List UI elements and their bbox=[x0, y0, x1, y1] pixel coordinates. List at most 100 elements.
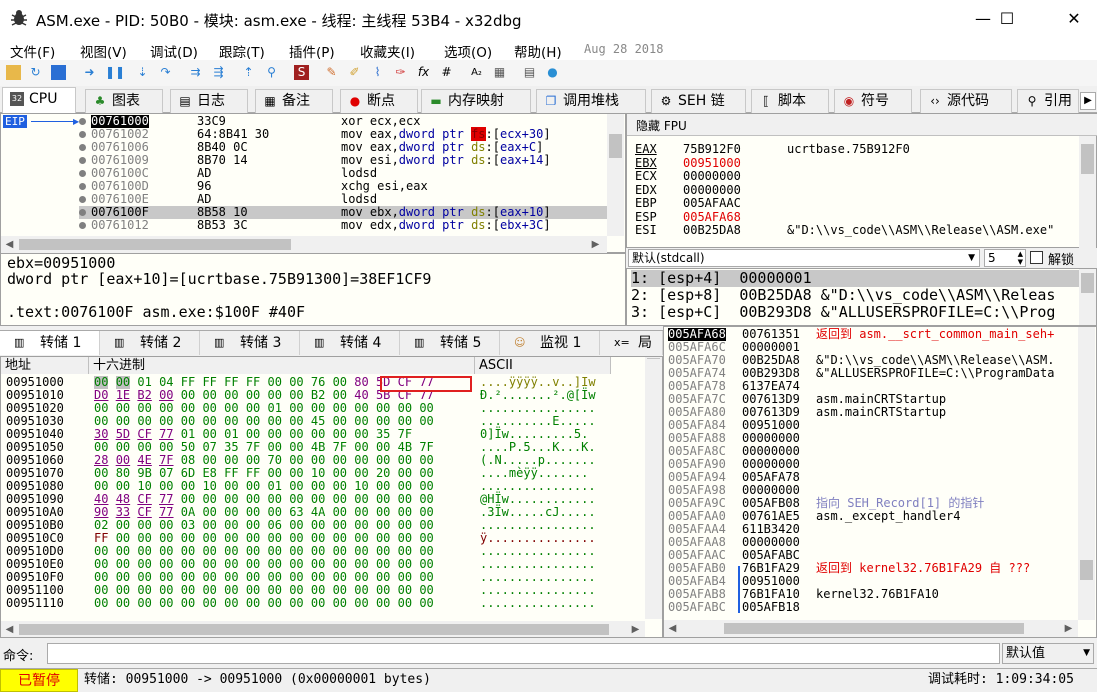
tab-graph[interactable]: ♣ 图表 bbox=[85, 89, 163, 113]
fpu-toggle[interactable]: 隐藏 FPU bbox=[627, 114, 1097, 136]
stack-row[interactable]: 005AFA94 005AFA78 bbox=[666, 471, 1078, 484]
tab-symbols[interactable]: ◉ 符号 bbox=[834, 89, 912, 113]
stack-row[interactable]: 005AFABC 005AFB18 bbox=[666, 601, 1078, 614]
menu-favourites[interactable]: 收藏夹(I) bbox=[360, 41, 415, 61]
tab-log[interactable]: ▤ 日志 bbox=[170, 89, 248, 113]
tab-cpu[interactable]: 32 CPU bbox=[2, 87, 76, 114]
maximize-button[interactable]: ☐ bbox=[984, 0, 1030, 38]
breakpoint-dot-icon[interactable] bbox=[79, 118, 86, 125]
command-mode-select[interactable]: 默认值 ▼ bbox=[1002, 643, 1094, 664]
breakpoint-dot-icon[interactable] bbox=[79, 209, 86, 216]
stack-row[interactable]: 005AFA90 00000000 bbox=[666, 458, 1078, 471]
close-button[interactable]: ✕ bbox=[1051, 0, 1097, 38]
tab-dump-3[interactable]: ▥ 转储 3 bbox=[200, 331, 300, 355]
breakpoint-dot-icon[interactable] bbox=[79, 157, 86, 164]
tab-memory-map[interactable]: ▬ 内存映射 bbox=[421, 89, 531, 113]
register-row[interactable]: EDX 00000000 bbox=[635, 183, 1080, 197]
registers-vscroll[interactable] bbox=[1079, 136, 1096, 249]
breakpoint-dot-icon[interactable] bbox=[79, 170, 86, 177]
menu-debug[interactable]: 调试(D) bbox=[150, 41, 198, 61]
function-icon[interactable]: fx bbox=[416, 65, 431, 80]
unlock-checkbox[interactable] bbox=[1030, 251, 1043, 264]
restart-icon[interactable]: ↻ bbox=[28, 65, 43, 80]
disasm-vscroll[interactable] bbox=[607, 114, 624, 236]
stack-row[interactable]: 005AFAA8 00000000 bbox=[666, 536, 1078, 549]
pause-icon[interactable]: ❚❚ bbox=[105, 65, 125, 80]
stack-row[interactable]: 005AFAA0 00761AE5 asm._except_handler4 bbox=[666, 510, 1078, 523]
stack-row[interactable]: 005AFA8C 00000000 bbox=[666, 445, 1078, 458]
register-row[interactable]: ECX 00000000 bbox=[635, 170, 1080, 183]
dump-hscroll[interactable]: ◀ ▶ bbox=[1, 621, 645, 637]
trace-over-icon[interactable]: ⇶ bbox=[211, 65, 226, 80]
bookmark-icon[interactable]: ✑ bbox=[393, 65, 408, 80]
tab-script[interactable]: ⟦ 脚本 bbox=[751, 89, 829, 113]
stack-row[interactable]: 005AFA74 00B293D8 &"ALLUSERSPROFILE=C:\\Pr… bbox=[666, 367, 1078, 380]
patch-icon[interactable]: ✎ bbox=[324, 65, 339, 80]
callconv-select[interactable]: 默认(stdcall) ▼ bbox=[628, 249, 980, 267]
args-vscroll[interactable] bbox=[1079, 269, 1096, 325]
menu-options[interactable]: 选项(O) bbox=[444, 41, 492, 61]
dump-rows: 00951000 00 00 01 04 FF FF FF FF 00 00 76… bbox=[1, 376, 611, 621]
menu-file[interactable]: 文件(F) bbox=[10, 41, 55, 61]
tab-call-stack[interactable]: ❐ 调用堆栈 bbox=[536, 89, 646, 113]
menu-view[interactable]: 视图(V) bbox=[80, 41, 127, 61]
arg-count-spinner[interactable]: 5 ▲ ▼ bbox=[984, 249, 1026, 267]
stop-icon[interactable] bbox=[51, 65, 66, 80]
menu-trace[interactable]: 跟踪(T) bbox=[219, 41, 265, 61]
label-icon[interactable]: ⌇ bbox=[370, 65, 385, 80]
dump-vscroll[interactable] bbox=[645, 357, 662, 619]
tab-locals[interactable]: x= 局 bbox=[600, 331, 663, 355]
breakpoint-dot-icon[interactable] bbox=[79, 222, 86, 229]
tab-watch-1[interactable]: ☺ 监视 1 bbox=[500, 331, 600, 355]
calculator-icon[interactable]: ▦ bbox=[492, 65, 507, 80]
register-row[interactable]: ESI 00B25DA8 &"D:\\vs_code\\ASM\\Release\\… bbox=[635, 224, 1080, 237]
tab-notes[interactable]: ▦ 备注 bbox=[255, 89, 333, 113]
run-icon[interactable]: ➜ bbox=[82, 65, 97, 80]
disasm-hscroll[interactable]: ◀ ▶ bbox=[1, 236, 607, 253]
scylla-icon[interactable]: S bbox=[294, 65, 309, 80]
menu-plugins[interactable]: 插件(P) bbox=[289, 41, 335, 61]
tab-references[interactable]: ⚲ 引用 bbox=[1017, 89, 1079, 113]
breakpoint-dot-icon[interactable] bbox=[79, 196, 86, 203]
register-row[interactable]: EAX 75B912F0 ucrtbase.75B912F0 bbox=[635, 143, 1080, 156]
stack-hscroll[interactable]: ◀ ▶ bbox=[664, 620, 1078, 637]
calc-icon[interactable]: ▤ bbox=[522, 65, 537, 80]
register-row[interactable]: ESP 005AFA68 bbox=[635, 210, 1080, 224]
hash-icon[interactable]: # bbox=[439, 65, 454, 80]
tabs-scroll-right-button[interactable]: ▶ bbox=[1080, 92, 1096, 110]
disasm-row[interactable]: 00761012 8B53 3C mov edx,dword ptr ds:[ebx… bbox=[79, 219, 609, 232]
stack-row[interactable]: 005AFAA4 611B3420 bbox=[666, 523, 1078, 536]
register-row[interactable]: EBX 00951000 bbox=[635, 156, 1080, 170]
stack-row[interactable]: 005AFA88 00000000 bbox=[666, 432, 1078, 445]
tab-dump-4[interactable]: ▥ 转储 4 bbox=[300, 331, 400, 355]
tab-dump-5[interactable]: ▥ 转储 5 bbox=[400, 331, 500, 355]
comment-icon[interactable]: ✐ bbox=[347, 65, 362, 80]
trace-into-icon[interactable]: ⇉ bbox=[188, 65, 203, 80]
globe-icon[interactable]: ● bbox=[545, 65, 560, 80]
stack-row[interactable]: 005AFAB8 76B1FA10 kernel32.76B1FA10 bbox=[666, 588, 1078, 601]
command-input[interactable] bbox=[47, 643, 1000, 664]
tab-seh-chain[interactable]: ⚙ SEH 链 bbox=[651, 89, 746, 113]
tab-breakpoints[interactable]: ● 断点 bbox=[340, 89, 418, 113]
dump-row[interactable]: 00951110 00 00 00 00 00 00 00 00 00 00 00… bbox=[1, 597, 611, 610]
breakpoint-dot-icon[interactable] bbox=[79, 183, 86, 190]
breakpoint-dot-icon[interactable] bbox=[79, 131, 86, 138]
stack-row[interactable]: 005AFA68 00761351 返回到 asm.__scrt_common_ma… bbox=[666, 328, 1078, 341]
tab-source[interactable]: ‹› 源代码 bbox=[920, 89, 1012, 113]
breakpoint-dot-icon[interactable] bbox=[79, 144, 86, 151]
stack-vscroll[interactable] bbox=[1078, 327, 1095, 620]
strings-icon[interactable]: A₂ bbox=[469, 65, 484, 80]
menu-help[interactable]: 帮助(H) bbox=[514, 41, 562, 61]
open-icon[interactable] bbox=[6, 65, 21, 80]
step-into-icon[interactable]: ⇣ bbox=[135, 65, 150, 80]
stack-row[interactable]: 005AFAB0 76B1FA29 返回到 kernel32.76B1FA29 自 … bbox=[666, 562, 1078, 575]
stack-row[interactable]: 005AFA80 007613D9 asm.mainCRTStartup bbox=[666, 406, 1078, 419]
run-to-user-code-icon[interactable]: ⚲ bbox=[264, 65, 279, 80]
tab-dump-2[interactable]: ▥ 转储 2 bbox=[100, 331, 200, 355]
breakpoint-icon: ● bbox=[349, 94, 361, 108]
stack-row[interactable]: 005AFA84 00951000 bbox=[666, 419, 1078, 432]
step-over-icon[interactable]: ↷ bbox=[158, 65, 173, 80]
execute-till-return-icon[interactable]: ⇡ bbox=[241, 65, 256, 80]
register-row[interactable]: EBP 005AFAAC bbox=[635, 197, 1080, 210]
tab-dump-1[interactable]: ▥ 转储 1 bbox=[0, 331, 100, 355]
